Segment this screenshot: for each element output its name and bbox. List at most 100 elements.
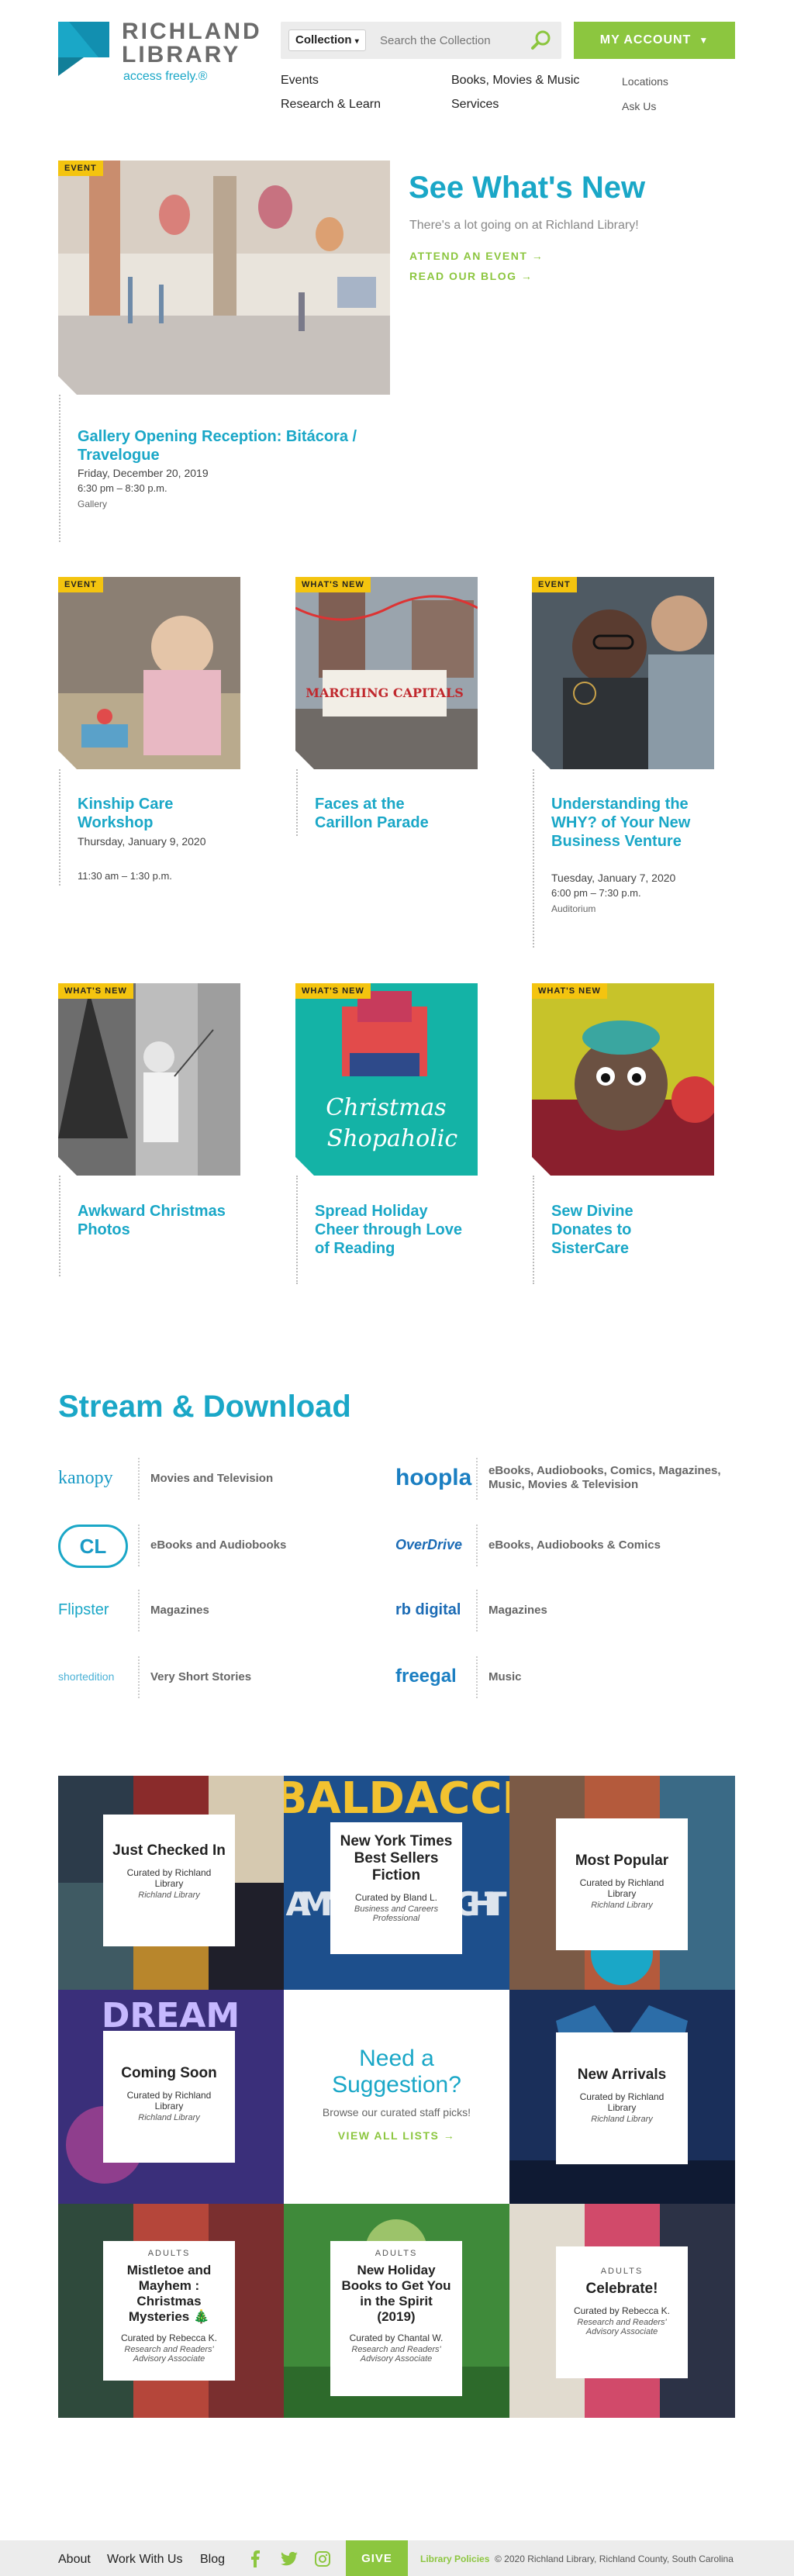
nav-ask-us[interactable]: Ask Us [622,100,656,112]
list-tile-mistletoe[interactable]: ADULTS Mistletoe and Mayhem : Christmas … [58,2204,284,2418]
card-notch [295,1157,314,1176]
suggestion-panel: Need a Suggestion? Browse our curated st… [284,1990,509,2204]
card-image-kinship[interactable]: EVENT [58,577,240,769]
search-scope-select[interactable]: Collection ▾ [288,29,366,51]
card-divider [296,769,298,836]
card-notch [532,1157,551,1176]
attend-event-link[interactable]: ATTEND AN EVENT → [409,250,544,262]
card-title-sew-divine[interactable]: Sew Divine Donates to SisterCare [551,1202,699,1258]
card-title-business[interactable]: Understanding the WHY? of Your New Busin… [551,795,699,851]
list-tile-nyt[interactable]: BALDACCI A MINUTE TO MIDNIGHT New York T… [284,1776,509,1990]
cl-logo[interactable]: CL [58,1525,128,1568]
overdrive-logo[interactable]: OverDrive [395,1529,481,1560]
card-time-business: 6:00 pm – 7:30 p.m. [551,887,641,899]
card-date-business: Tuesday, January 7, 2020 [551,872,676,884]
event-badge: EVENT [58,161,103,176]
site-logo[interactable]: RICHLAND LIBRARY access freely.® [58,20,260,83]
footer-about-link[interactable]: About [58,2553,91,2567]
divider [476,1590,478,1632]
card-image-awkward[interactable]: WHAT'S NEW [58,983,240,1176]
list-title: Coming Soon [121,2065,217,2081]
parade-photo-image: MARCHING CAPITALS [295,577,478,769]
list-tile-just-checked-in[interactable]: Just Checked In Curated by Richland Libr… [58,1776,284,1990]
card-divider [296,1176,298,1284]
list-curator-role: Richland Library [138,1891,200,1900]
rbdigital-logo[interactable]: rb digital [395,1594,481,1625]
list-tile-new-arrivals[interactable]: New Arrivals Curated by Richland Library… [509,1990,735,2204]
read-blog-link[interactable]: READ OUR BLOG → [409,270,533,282]
facebook-icon[interactable] [250,2550,261,2567]
flipster-description: Magazines [150,1604,209,1617]
card-image-shopaholic[interactable]: Christmas Shopaholic WHAT'S NEW [295,983,478,1176]
hero-event-location: Gallery [78,499,108,509]
list-curator-role: Richland Library [591,1901,653,1910]
card-divider [533,1176,534,1284]
list-curator: Curated by Richland Library [579,2091,665,2113]
list-tile-most-popular[interactable]: Most Popular Curated by Richland Library… [509,1776,735,1990]
hoopla-logo[interactable]: hoopla [395,1462,481,1493]
stream-download-heading: Stream & Download [58,1390,351,1424]
card-image-business[interactable]: EVENT [532,577,714,769]
card-title-carillon[interactable]: Faces at the Carillon Parade [315,795,462,832]
twitter-icon[interactable] [281,2552,298,2566]
people-listening-image [532,577,714,769]
stuffed-animals-image [532,983,714,1176]
list-curator-role: Research and Readers' Advisory Associate [351,2345,441,2364]
library-logo-icon [58,22,109,76]
kanopy-logo[interactable]: kanopy [58,1462,143,1493]
divider [476,1525,478,1566]
nav-services[interactable]: Services [451,98,499,112]
shortedition-description: Very Short Stories [150,1670,252,1683]
list-curator: Curated by Rebecca K. [573,2305,671,2316]
list-curator: Curated by Richland Library [579,1877,665,1899]
shortedition-logo[interactable]: shortedition [58,1661,143,1692]
whats-new-badge: WHAT'S NEW [295,577,371,592]
christmas-shopaholic-cover-image: Christmas Shopaholic [295,983,478,1176]
vintage-christmas-photo-image [58,983,240,1176]
divider [138,1656,140,1698]
card-image-carillon[interactable]: MARCHING CAPITALS WHAT'S NEW [295,577,478,769]
card-title-shopaholic[interactable]: Spread Holiday Cheer through Love of Rea… [315,1202,462,1258]
list-tile-holiday[interactable]: ADULTS New Holiday Books to Get You in t… [284,2204,509,2418]
list-title: Most Popular [575,1853,669,1869]
flipster-logo[interactable]: Flipster [58,1594,143,1625]
hero-event-image[interactable]: EVENT [58,161,390,395]
cover-title-line2: Shopaholic [327,1125,458,1152]
kanopy-description: Movies and Television [150,1472,274,1485]
footer-blog-link[interactable]: Blog [200,2553,225,2567]
nav-locations[interactable]: Locations [622,75,668,88]
library-policies-link[interactable]: Library Policies [420,2554,489,2564]
list-curator: Curated by Richland Library [126,1867,212,1889]
view-all-lists-link[interactable]: VIEW ALL LISTS → [284,2129,509,2142]
nav-books-movies-music[interactable]: Books, Movies & Music [451,74,579,88]
list-curator: Curated by Rebecca K. [120,2333,218,2343]
list-title: New Holiday Books to Get You in the Spir… [341,2263,451,2324]
footer-work-with-us-link[interactable]: Work With Us [107,2553,182,2567]
list-title: Just Checked In [112,1842,226,1859]
card-title-awkward[interactable]: Awkward Christmas Photos [78,1202,233,1239]
card-title-kinship[interactable]: Kinship Care Workshop [78,795,233,832]
suggestion-heading: Need a Suggestion? [332,2046,461,2098]
list-card: New Arrivals Curated by Richland Library… [556,2032,688,2164]
card-image-sew-divine[interactable]: WHAT'S NEW [532,983,714,1176]
list-tile-celebrate[interactable]: ADULTS Celebrate! Curated by Rebecca K. … [509,2204,735,2418]
card-location-business: Auditorium [551,903,596,914]
hero-event-title[interactable]: Gallery Opening Reception: Bitácora / Tr… [78,427,372,464]
search-bar: Collection ▾ [281,22,561,59]
card-divider [59,769,60,886]
card-date-kinship: Thursday, January 9, 2020 [78,835,206,848]
search-input[interactable] [372,29,520,51]
give-button[interactable]: GIVE [346,2540,408,2576]
list-tile-coming-soon[interactable]: DREAM Coming Soon Curated by Richland Li… [58,1990,284,2204]
freegal-logo[interactable]: freegal [395,1661,481,1692]
cover-title-line1: Christmas [326,1094,446,1121]
instagram-icon[interactable] [315,2551,330,2567]
my-account-button[interactable]: MY ACCOUNT ▼ [574,22,735,59]
list-card: Just Checked In Curated by Richland Libr… [103,1815,235,1946]
list-curator-role: Business and Careers Professional [354,1904,439,1923]
whats-new-heading: See What's New [409,171,646,205]
search-icon[interactable] [529,28,554,53]
list-card: New York Times Best Sellers Fiction Cura… [330,1822,462,1954]
nav-events[interactable]: Events [281,74,319,88]
nav-research-learn[interactable]: Research & Learn [281,98,381,112]
